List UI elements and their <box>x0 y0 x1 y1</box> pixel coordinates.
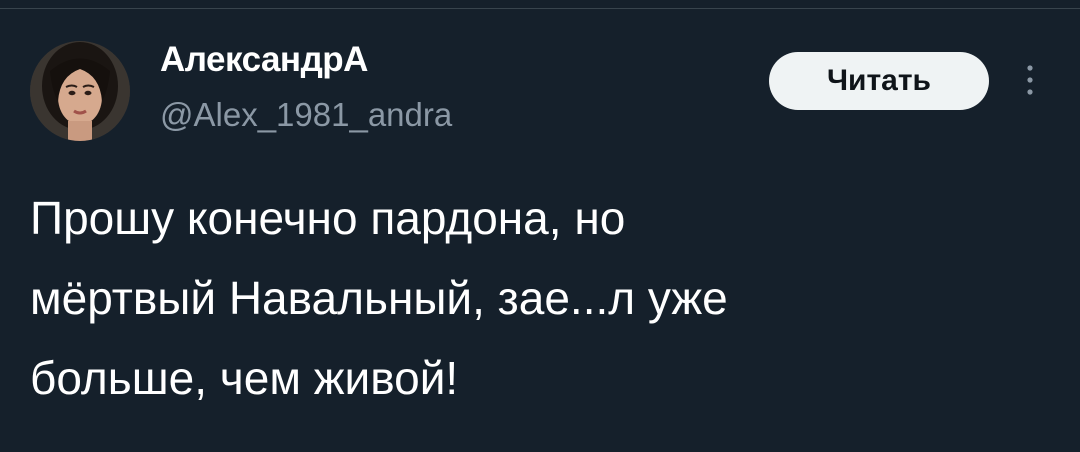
avatar-image <box>30 41 130 141</box>
tweet-text-line: мёртвый Навальный, зае...л уже <box>30 272 728 324</box>
tweet-text-line: Прошу конечно пардона, но <box>30 192 626 244</box>
tweet-card: АлександрА @Alex_1981_andra Читать Прошу… <box>0 0 1080 452</box>
author-display-name[interactable]: АлександрА <box>160 40 368 80</box>
author-handle[interactable]: @Alex_1981_andra <box>160 96 452 134</box>
author-avatar[interactable] <box>30 41 130 141</box>
tweet-text: Прошу конечно пардона, но мёртвый Наваль… <box>30 178 1040 418</box>
top-divider <box>0 8 1080 9</box>
tweet-text-line: больше, чем живой! <box>30 352 459 404</box>
more-vertical-icon[interactable] <box>1020 62 1040 98</box>
follow-button[interactable]: Читать <box>769 52 989 110</box>
